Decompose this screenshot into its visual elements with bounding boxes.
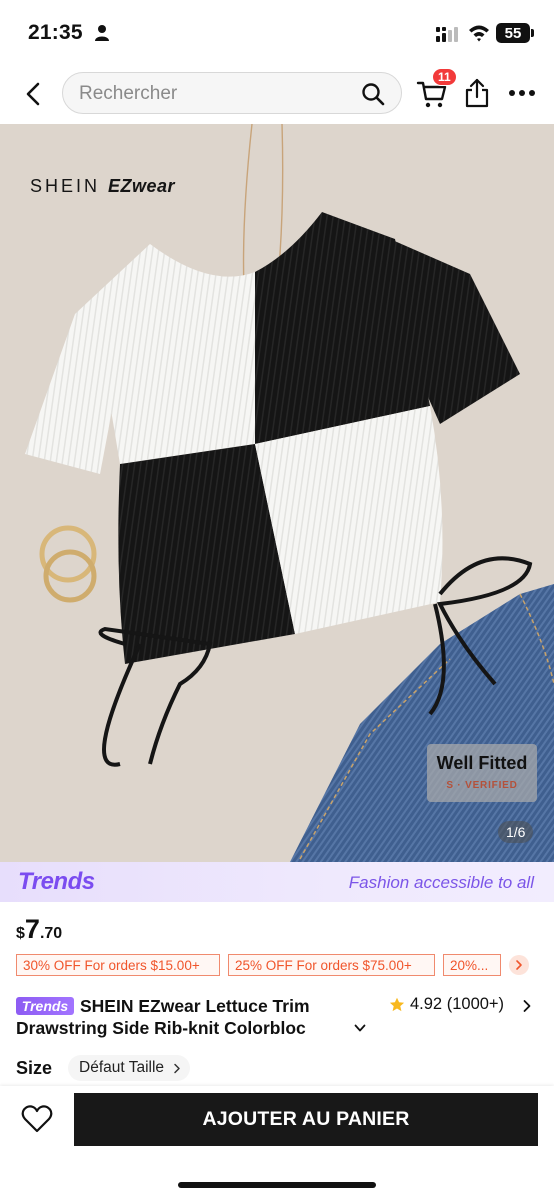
- well-fitted-subtitle: S · VERIFIED: [446, 780, 518, 791]
- trends-banner[interactable]: Trends Fashion accessible to all: [0, 862, 554, 902]
- coupon-chip[interactable]: 20%...: [443, 954, 501, 976]
- product-title-row: SHEIN EZwear Lettuce Trim Trends Drawstr…: [16, 995, 546, 1041]
- brand-logo-name: EZwear: [108, 176, 176, 196]
- review-count: (1000+): [446, 995, 505, 1013]
- product-image-carousel[interactable]: Sami SHEIN EZwear Well Fitted S · VERIFI…: [0, 124, 554, 862]
- brand-logo-prefix: SHEIN: [30, 176, 101, 196]
- heart-icon[interactable]: [20, 1102, 54, 1136]
- status-bar: 21:35 55: [0, 0, 554, 62]
- coupon-chip[interactable]: 25% OFF For orders $75.00+: [228, 954, 435, 976]
- price-decimal: .70: [39, 925, 63, 942]
- size-option-label: Défaut Taille: [79, 1059, 165, 1076]
- signal-icon: [436, 27, 458, 42]
- well-fitted-badge: Well Fitted S · VERIFIED: [427, 744, 537, 802]
- add-to-cart-button[interactable]: AJOUTER AU PANIER: [74, 1093, 538, 1146]
- image-counter: 1/6: [498, 821, 534, 843]
- rating-value: 4.92: [410, 995, 443, 1013]
- more-icon[interactable]: [508, 88, 536, 98]
- size-option-chip[interactable]: Défaut Taille: [68, 1055, 191, 1081]
- chevron-right-icon: [516, 960, 522, 970]
- star-icon: [389, 997, 405, 1011]
- battery-indicator: 55: [496, 23, 534, 43]
- size-selector-row: Size Défaut Taille: [16, 1055, 546, 1083]
- wifi-icon: [469, 25, 489, 42]
- product-price: $7.70: [16, 914, 62, 945]
- search-icon[interactable]: [361, 82, 385, 106]
- trends-tag: Trends: [16, 997, 74, 1015]
- product-title-line2: Drawstring Side Rib-knit Colorbloc: [16, 1018, 306, 1038]
- chevron-right-icon[interactable]: [522, 999, 532, 1013]
- person-icon: [95, 25, 109, 41]
- top-nav: 11: [0, 62, 554, 124]
- search-bar[interactable]: [62, 72, 402, 114]
- bottom-action-bar: AJOUTER AU PANIER: [0, 1086, 554, 1200]
- cart-badge: 11: [432, 68, 457, 86]
- product-rating[interactable]: 4.92 (1000+): [389, 995, 504, 1014]
- search-input[interactable]: [79, 83, 339, 105]
- coupon-list: 30% OFF For orders $15.00+ 25% OFF For o…: [16, 954, 546, 976]
- price-currency: $: [16, 925, 25, 942]
- size-label: Size: [16, 1058, 53, 1078]
- home-indicator: [178, 1182, 376, 1188]
- chevron-down-icon[interactable]: [354, 1023, 366, 1033]
- price-integer: 7: [24, 914, 40, 944]
- coupon-more-button[interactable]: [509, 955, 529, 975]
- share-icon[interactable]: [464, 78, 490, 108]
- coupon-chip[interactable]: 30% OFF For orders $15.00+: [16, 954, 220, 976]
- chevron-right-icon: [174, 1063, 180, 1074]
- brand-logo: SHEIN EZwear: [30, 176, 175, 197]
- trends-logo: Trends: [18, 868, 95, 895]
- status-time: 21:35: [28, 21, 83, 44]
- back-icon[interactable]: [20, 80, 48, 108]
- trends-tagline: Fashion accessible to all: [348, 873, 534, 892]
- well-fitted-title: Well Fitted: [436, 753, 528, 773]
